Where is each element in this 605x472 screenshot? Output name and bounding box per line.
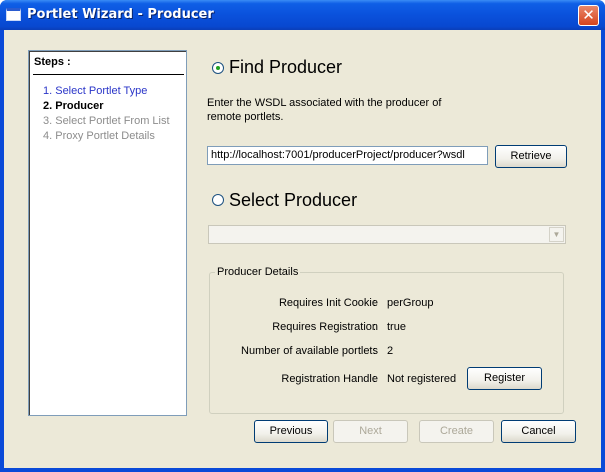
detail-value-requires-registration: true	[387, 321, 406, 333]
steps-panel: Steps : 1. Select Portlet Type 2. Produc…	[28, 50, 187, 416]
wizard-window: Portlet Wizard - Producer ✕ Steps : 1. S…	[0, 0, 605, 472]
create-button[interactable]: Create	[419, 420, 494, 443]
producer-details-group: Producer Details Requires Init Cookie : …	[209, 266, 564, 414]
detail-value-requires-init-cookie: perGroup	[387, 297, 434, 309]
cancel-button[interactable]: Cancel	[501, 420, 576, 443]
detail-colon: :	[373, 345, 377, 357]
step-producer: 2. Producer	[43, 100, 104, 112]
step-select-portlet-type[interactable]: 1. Select Portlet Type	[43, 85, 147, 97]
detail-label-requires-registration: Requires Registration	[272, 321, 378, 333]
previous-button[interactable]: Previous	[254, 420, 328, 443]
producer-select[interactable]: ▼	[208, 225, 566, 244]
steps-divider	[33, 74, 184, 75]
detail-colon: :	[373, 297, 377, 309]
detail-value-registration-handle: Not registered	[387, 373, 457, 385]
window-title: Portlet Wizard - Producer	[27, 7, 214, 22]
next-button[interactable]: Next	[333, 420, 408, 443]
title-bar[interactable]: Portlet Wizard - Producer ✕	[0, 0, 605, 30]
detail-label-requires-init-cookie: Requires Init Cookie	[278, 297, 378, 309]
window-icon	[6, 8, 21, 21]
step-select-portlet-from-list: 3. Select Portlet From List	[43, 115, 170, 127]
register-button[interactable]: Register	[467, 367, 542, 390]
producer-details-legend: Producer Details	[215, 266, 301, 278]
detail-colon: :	[373, 373, 377, 385]
retrieve-button[interactable]: Retrieve	[495, 145, 567, 168]
chevron-down-icon[interactable]: ▼	[549, 227, 564, 242]
detail-value-available-portlets: 2	[387, 345, 394, 357]
select-producer-radio[interactable]	[212, 194, 224, 206]
steps-title: Steps :	[34, 56, 71, 68]
wsdl-url-input[interactable]: http://localhost:7001/producerProject/pr…	[207, 146, 488, 165]
find-producer-label[interactable]: Find Producer	[229, 57, 342, 78]
detail-colon: :	[373, 321, 377, 333]
detail-label-registration-handle: Registration Handle	[281, 373, 378, 385]
find-producer-radio[interactable]	[212, 62, 224, 74]
wsdl-description: Enter the WSDL associated with the produ…	[207, 97, 442, 123]
close-icon[interactable]: ✕	[578, 5, 599, 26]
dialog-body: Steps : 1. Select Portlet Type 2. Produc…	[4, 30, 601, 468]
select-producer-label[interactable]: Select Producer	[229, 190, 357, 211]
step-proxy-portlet-details: 4. Proxy Portlet Details	[43, 130, 155, 142]
detail-label-available-portlets: Number of available portlets	[241, 345, 378, 357]
